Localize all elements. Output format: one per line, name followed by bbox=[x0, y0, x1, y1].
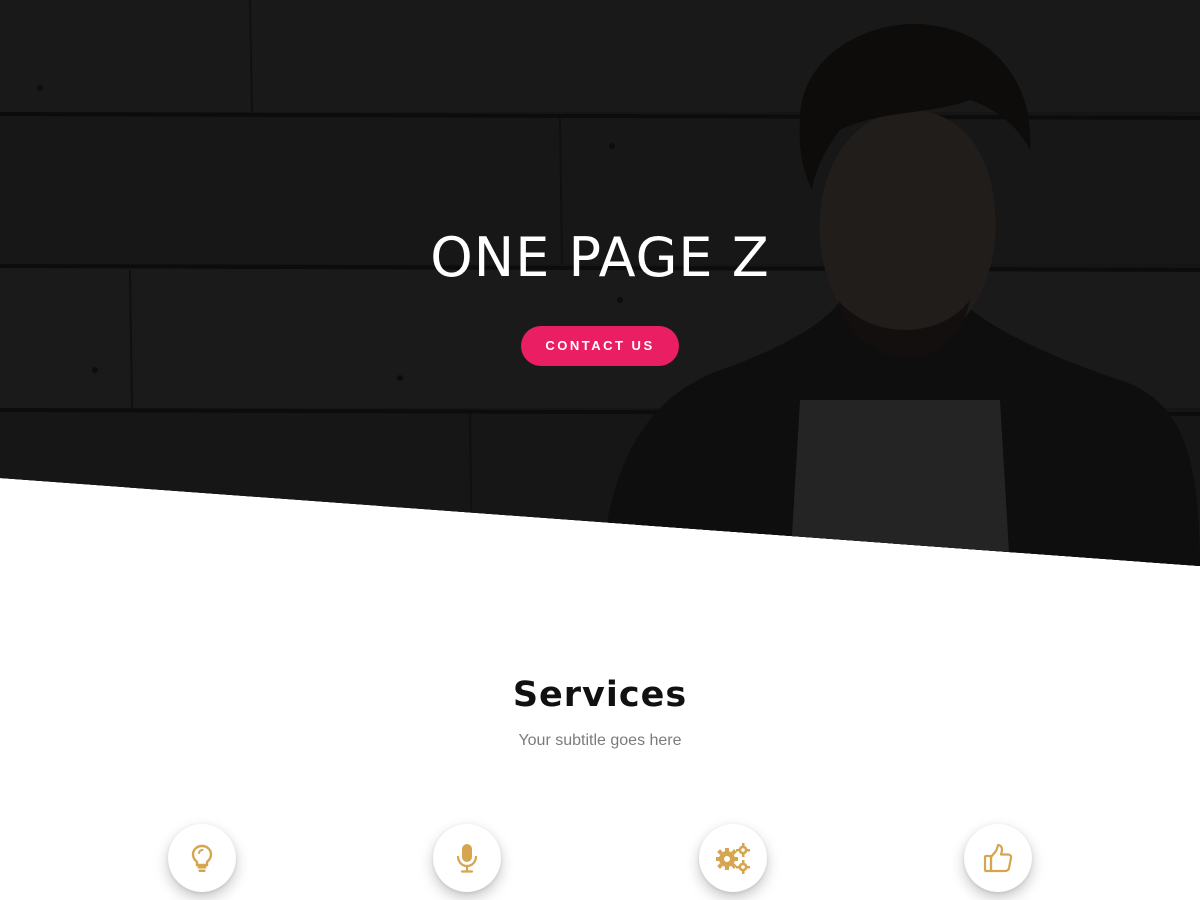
service-microphone-button[interactable] bbox=[433, 824, 501, 892]
service-lightbulb-button[interactable] bbox=[168, 824, 236, 892]
gears-icon bbox=[716, 843, 750, 874]
hero-title: ONE PAGE Z bbox=[430, 226, 770, 289]
thumbs-up-icon bbox=[983, 843, 1013, 873]
services-section: Services Your subtitle goes here bbox=[0, 670, 1200, 752]
contact-us-button[interactable]: CONTACT US bbox=[521, 326, 679, 366]
service-thumbs-up-button[interactable] bbox=[964, 824, 1032, 892]
service-gears-button[interactable] bbox=[699, 824, 767, 892]
microphone-icon bbox=[456, 844, 478, 873]
services-title: Services bbox=[512, 675, 688, 715]
hero-section: ONE PAGE Z CONTACT US bbox=[0, 0, 1200, 566]
services-subtitle: Your subtitle goes here bbox=[518, 732, 682, 749]
page: ONE PAGE Z CONTACT US Services Your subt… bbox=[0, 0, 1200, 900]
hero-content: ONE PAGE Z CONTACT US bbox=[0, 222, 1200, 366]
lightbulb-icon bbox=[191, 844, 213, 872]
